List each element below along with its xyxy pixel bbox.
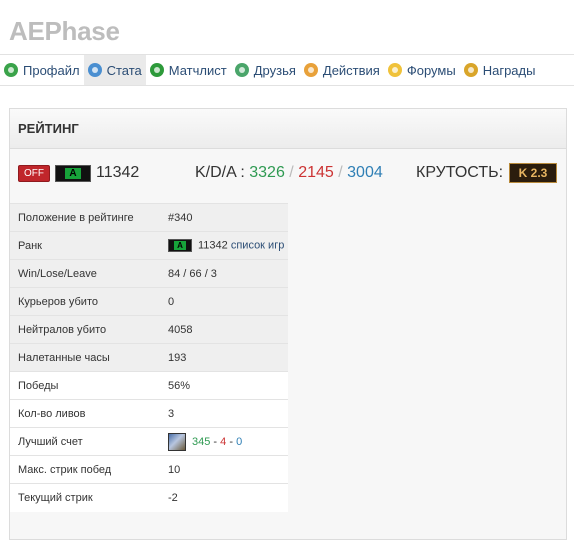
row-value: 3 [160, 399, 288, 428]
tab-matchlist-label: Матчлист [168, 62, 227, 78]
row-label: Win/Lose/Leave [10, 259, 160, 288]
kills-value: 3326 [249, 164, 285, 181]
kda-summary: K/D/A : 3326 / 2145 / 3004 [195, 164, 383, 182]
row-value: -2 [160, 483, 288, 512]
row-label: Победы [10, 371, 160, 400]
tab-forums-label: Форумы [406, 62, 456, 78]
actions-icon [303, 63, 318, 77]
tab-actions[interactable]: Действия [300, 55, 384, 85]
table-row: Макс. стрик побед 10 [10, 455, 288, 484]
table-row: Победы 56% [10, 371, 288, 400]
deaths-value: 2145 [298, 164, 334, 181]
row-label: Нейтралов убито [10, 315, 160, 344]
profile-icon [4, 63, 18, 77]
row-value: 84 / 66 / 3 [160, 259, 288, 288]
tab-friends[interactable]: Друзья [231, 55, 300, 85]
table-row: Кол-во ливов 3 [10, 399, 288, 428]
row-label: Положение в рейтинге [10, 203, 160, 232]
rank-letter-small: A [174, 241, 186, 250]
stats-table: Положение в рейтинге #340 Ранк A 11342 сп… [10, 203, 288, 512]
assists-value: 3004 [347, 164, 383, 181]
table-row: Нейтралов убито 4058 [10, 315, 288, 344]
table-row: Налетанные часы 193 [10, 343, 288, 372]
rating-value: 11342 [96, 164, 140, 181]
row-label: Макс. стрик побед [10, 455, 160, 484]
hero-portrait-icon[interactable] [168, 432, 186, 451]
table-row: Курьеров убито 0 [10, 287, 288, 316]
table-row: Лучший счет 345 - 4 - 0 [10, 427, 288, 456]
tab-awards-label: Награды [482, 62, 536, 78]
row-value: #340 [160, 203, 288, 232]
row-label: Кол-во ливов [10, 399, 160, 428]
friends-icon [234, 63, 249, 77]
profile-nav: Профайл Стата Матчлист Друзья Действия Ф… [0, 54, 574, 86]
row-value: 345 - 4 - 0 [160, 427, 288, 456]
forum-icon [387, 63, 402, 77]
row-label: Лучший счет [10, 427, 160, 456]
row-label: Курьеров убито [10, 287, 160, 316]
status-badge: OFF [18, 165, 50, 182]
table-row: Текущий стрик -2 [10, 483, 288, 512]
tab-stats[interactable]: Стата [83, 55, 146, 85]
row-label: Ранк [10, 231, 160, 260]
rating-header: РЕЙТИНГ [10, 109, 566, 149]
row-value: A 11342 список игр [160, 231, 288, 260]
rating-summary: OFF A 11342 K/D/A : 3326 / 2145 / 3004 К… [18, 163, 558, 185]
table-row: Положение в рейтинге #340 [10, 203, 288, 232]
kda-separator: / [289, 164, 294, 181]
row-value: 0 [160, 287, 288, 316]
rank-badge: A [55, 165, 91, 182]
table-row: Ранк A 11342 список игр [10, 231, 288, 260]
row-value: 193 [160, 343, 288, 372]
games-list-link[interactable]: список игр [231, 239, 285, 251]
tab-awards[interactable]: Награды [460, 55, 540, 85]
row-value: 4058 [160, 315, 288, 344]
row-value: 56% [160, 371, 288, 400]
table-row: Win/Lose/Leave 84 / 66 / 3 [10, 259, 288, 288]
coolness-badge: K 2.3 [509, 163, 557, 183]
coolness-label: КРУТОСТЬ: [416, 164, 504, 181]
row-value: 10 [160, 455, 288, 484]
tab-actions-label: Действия [322, 62, 380, 78]
tab-matchlist[interactable]: Матчлист [146, 55, 231, 85]
app-title: AEPhase [9, 16, 120, 46]
best-kills: 345 [192, 435, 211, 448]
row-label: Налетанные часы [10, 343, 160, 372]
kda-label: K/D/A : [195, 164, 245, 181]
awards-icon [463, 63, 478, 77]
tab-profile-label: Профайл [23, 62, 80, 78]
tab-friends-label: Друзья [253, 62, 296, 78]
stats-icon [87, 63, 102, 77]
rank-rating: 11342 [198, 239, 228, 252]
best-assists: 0 [236, 435, 243, 448]
rank-badge-small: A [168, 239, 192, 252]
matchlist-icon [149, 63, 164, 77]
kda-separator: / [338, 164, 343, 181]
tab-forums[interactable]: Форумы [384, 55, 460, 85]
best-separator: - [229, 435, 234, 448]
tab-stats-label: Стата [106, 62, 142, 78]
tab-profile[interactable]: Профайл [0, 55, 84, 85]
best-separator: - [213, 435, 218, 448]
rank-letter: A [65, 168, 81, 179]
best-deaths: 4 [220, 435, 227, 448]
row-label: Текущий стрик [10, 483, 160, 512]
